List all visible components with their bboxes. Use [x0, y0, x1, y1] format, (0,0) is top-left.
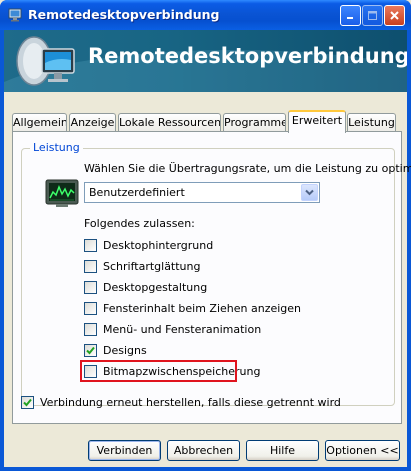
- remote-desktop-window: Remotedesktopverbindung Remotedesktopver…: [0, 0, 411, 471]
- desktop-composition-checkbox[interactable]: [84, 281, 97, 294]
- performance-monitor-icon: [45, 179, 79, 207]
- close-icon: [390, 11, 399, 20]
- tab-allgemein[interactable]: Allgemein: [12, 113, 67, 132]
- close-button[interactable]: [384, 5, 405, 26]
- banner-title: Remotedesktopverbindung: [88, 44, 407, 68]
- font-smoothing-checkbox[interactable]: [84, 260, 97, 273]
- tab-anzeige[interactable]: Anzeige: [69, 113, 116, 132]
- chevron-down-icon: [305, 189, 314, 196]
- connect-button[interactable]: Verbinden: [88, 440, 161, 461]
- options-button[interactable]: Optionen <<: [325, 440, 400, 461]
- remote-desktop-app-icon: [8, 8, 22, 22]
- font-smoothing-label: Schriftartglättung: [103, 260, 201, 273]
- desktop-background-checkbox[interactable]: [84, 239, 97, 252]
- desktop-background-label: Desktophintergrund: [103, 239, 214, 252]
- connection-speed-select[interactable]: Benutzerdefiniert: [84, 182, 320, 203]
- performance-groupbox: Leistung Wählen Sie die Übertragungsrate…: [21, 141, 411, 406]
- header-banner: Remotedesktopverbindung: [4, 30, 407, 92]
- remote-desktop-logo-icon: [16, 36, 75, 86]
- reconnect-label: Verbindung erneut herstellen, falls dies…: [40, 396, 341, 409]
- themes-checkbox[interactable]: [84, 344, 97, 357]
- title-bar[interactable]: Remotedesktopverbindung: [0, 0, 411, 30]
- speed-description: Wählen Sie die Übertragungsrate, um die …: [84, 162, 411, 175]
- checkmark-icon: [23, 398, 32, 407]
- menu-animation-label: Menü- und Fensteranimation: [103, 323, 262, 336]
- bitmap-caching-highlight: [80, 360, 237, 382]
- desktop-composition-label: Desktopgestaltung: [103, 281, 208, 294]
- help-button[interactable]: Hilfe: [246, 440, 319, 461]
- checkmark-icon: [86, 346, 95, 355]
- tab-lokale-ressourcen[interactable]: Lokale Ressourcen: [118, 113, 221, 132]
- select-dropdown-button[interactable]: [301, 184, 318, 201]
- allow-label: Folgendes zulassen:: [84, 217, 195, 230]
- reconnect-checkbox[interactable]: [21, 396, 34, 409]
- themes-label: Designs: [103, 344, 147, 357]
- tab-strip: Allgemein Anzeige Lokale Ressourcen Prog…: [12, 110, 402, 133]
- window-title: Remotedesktopverbindung: [28, 7, 220, 22]
- maximize-button[interactable]: [362, 5, 383, 26]
- maximize-icon: [368, 11, 377, 20]
- minimize-button[interactable]: [340, 5, 361, 26]
- cancel-button[interactable]: Abbrechen: [167, 440, 240, 461]
- tab-erweitert[interactable]: Erweitert: [288, 110, 346, 133]
- connection-speed-value: Benutzerdefiniert: [89, 186, 185, 199]
- window-drag-contents-label: Fensterinhalt beim Ziehen anzeigen: [103, 302, 302, 315]
- menu-animation-checkbox[interactable]: [84, 323, 97, 336]
- tab-programme[interactable]: Programme: [223, 113, 286, 132]
- minimize-icon: [347, 17, 353, 19]
- window-drag-contents-checkbox[interactable]: [84, 302, 97, 315]
- tab-panel-erweitert: Leistung Wählen Sie die Übertragungsrate…: [12, 131, 411, 424]
- tab-leistung[interactable]: Leistung: [347, 113, 396, 132]
- performance-group-label: Leistung: [30, 141, 83, 154]
- dialog-client-area: Remotedesktopverbindung Allgemein Anzeig…: [4, 30, 411, 467]
